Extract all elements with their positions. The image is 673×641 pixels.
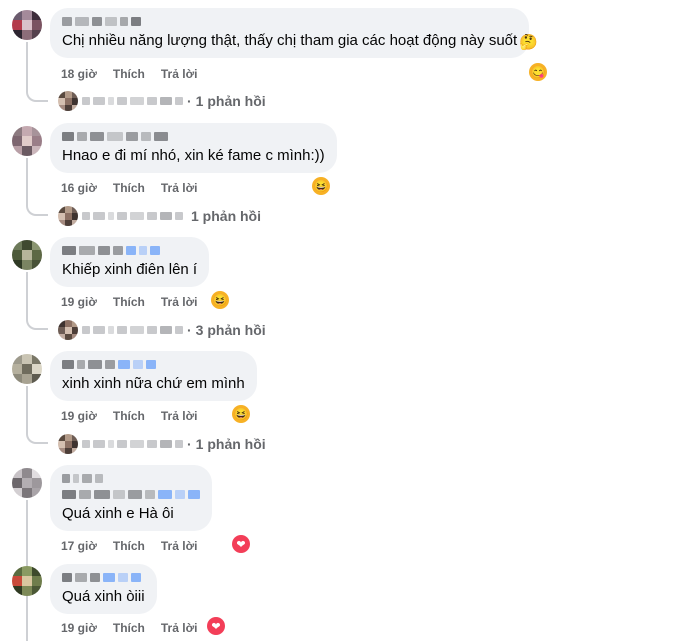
reply-avatar	[58, 206, 78, 226]
avatar[interactable]	[12, 354, 42, 384]
reply-count[interactable]: 3 phản hồi	[196, 322, 266, 338]
reply-separator: ·	[187, 322, 192, 338]
comment-actions: 18 giờ Thích Trả lời	[61, 67, 197, 81]
thread-line	[26, 42, 28, 90]
reply-button[interactable]: Trả lời	[161, 181, 198, 195]
comment-time[interactable]: 19 giờ	[61, 409, 97, 423]
reply-avatar	[58, 434, 78, 454]
author-name-redacted[interactable]	[62, 15, 517, 27]
avatar[interactable]	[12, 566, 42, 596]
comment-text: Quá xinh òiii	[62, 588, 145, 605]
comment-text: Khiếp xinh điên lên í	[62, 261, 198, 278]
avatar[interactable]	[12, 240, 42, 270]
comment-actions: 19 giờ Thích Trả lời	[61, 295, 197, 309]
thread-line	[26, 386, 28, 432]
view-replies-link[interactable]: · 3 phản hồi	[58, 319, 266, 341]
reply-button[interactable]: Trả lời	[161, 295, 198, 309]
comment-actions: 19 giờ Thích Trả lời	[61, 621, 197, 635]
reply-button[interactable]: Trả lời	[161, 539, 198, 553]
comment-actions: 17 giờ Thích Trả lời	[61, 539, 197, 553]
thread-curve	[26, 318, 48, 330]
comment-bubble: Quá xinh e Hà ôi	[50, 465, 212, 531]
thread-line	[26, 272, 28, 318]
author-name-redacted[interactable]	[62, 358, 245, 370]
heart-reaction-icon[interactable]: ❤	[232, 535, 250, 553]
comment-bubble: xinh xinh nữa chứ em mình	[50, 351, 257, 401]
emoji-sticker: 🤔	[519, 34, 538, 51]
view-replies-link[interactable]: 1 phản hồi	[58, 205, 261, 227]
author-name-redacted[interactable]	[62, 130, 325, 142]
reply-button[interactable]: Trả lời	[161, 67, 198, 81]
comment-actions: 16 giờ Thích Trả lời	[61, 181, 197, 195]
comment-bubble: Chị nhiều năng lượng thật, thấy chị tham…	[50, 8, 530, 58]
thread-curve	[26, 90, 48, 102]
like-button[interactable]: Thích	[113, 181, 145, 195]
author-name-redacted[interactable]	[62, 571, 145, 583]
like-button[interactable]: Thích	[113, 539, 145, 553]
comment-time[interactable]: 17 giờ	[61, 539, 97, 553]
like-button[interactable]: Thích	[113, 409, 145, 423]
avatar[interactable]	[12, 468, 42, 498]
comment-actions: 19 giờ Thích Trả lời	[61, 409, 197, 423]
reply-avatar	[58, 320, 78, 340]
avatar[interactable]	[12, 126, 42, 156]
like-button[interactable]: Thích	[113, 621, 145, 635]
thread-line	[26, 158, 28, 204]
reply-separator: ·	[187, 93, 192, 109]
reply-author-redacted	[82, 440, 183, 448]
comment-text: Chị nhiều năng lượng thật, thấy chị tham…	[62, 32, 518, 49]
view-replies-link[interactable]: · 1 phản hồi	[58, 433, 266, 455]
comment-bubble: Quá xinh òiii	[50, 564, 157, 614]
comment-time[interactable]: 18 giờ	[61, 67, 97, 81]
reply-separator: ·	[187, 436, 192, 452]
comment-time[interactable]: 19 giờ	[61, 295, 97, 309]
reply-author-redacted	[82, 97, 183, 105]
comment-bubble: Khiếp xinh điên lên í	[50, 237, 210, 287]
reply-count[interactable]: 1 phản hồi	[196, 93, 266, 109]
thread-curve	[26, 204, 48, 216]
like-button[interactable]: Thích	[113, 295, 145, 309]
reply-count[interactable]: 1 phản hồi	[196, 436, 266, 452]
author-subtitle-redacted	[62, 488, 200, 500]
view-replies-link[interactable]: · 1 phản hồi	[58, 90, 266, 112]
reaction-icon[interactable]: 😆	[211, 291, 229, 309]
author-name-redacted[interactable]	[62, 472, 200, 484]
author-name-redacted[interactable]	[62, 244, 197, 256]
avatar[interactable]	[12, 10, 42, 40]
reply-avatar	[58, 91, 78, 111]
comment-time[interactable]: 16 giờ	[61, 181, 97, 195]
reply-button[interactable]: Trả lời	[161, 621, 198, 635]
reply-button[interactable]: Trả lời	[161, 409, 198, 423]
reply-author-redacted	[82, 212, 183, 220]
comment-bubble: Hnao e đi mí nhó, xin ké fame c mình:))	[50, 123, 337, 173]
comment-text: Quá xinh e Hà ôi	[62, 505, 174, 522]
comment-time[interactable]: 19 giờ	[61, 621, 97, 635]
thread-curve	[26, 432, 48, 444]
reaction-icon[interactable]: 😆	[312, 177, 330, 195]
comment-text: Hnao e đi mí nhó, xin ké fame c mình:))	[62, 147, 325, 164]
comment-text: xinh xinh nữa chứ em mình	[62, 375, 245, 392]
reply-author-redacted	[82, 326, 183, 334]
reply-count[interactable]: 1 phản hồi	[191, 208, 261, 224]
reaction-icon[interactable]: 😋	[529, 63, 547, 81]
heart-reaction-icon[interactable]: ❤	[207, 617, 225, 635]
like-button[interactable]: Thích	[113, 67, 145, 81]
reaction-icon[interactable]: 😆	[232, 405, 250, 423]
